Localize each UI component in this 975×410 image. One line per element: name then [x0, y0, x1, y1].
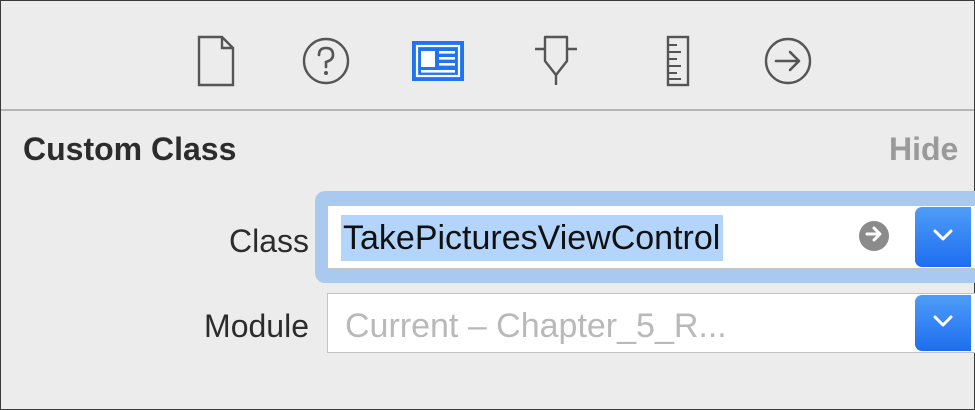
question-mark-icon	[301, 36, 351, 86]
inspector-toolbar	[1, 1, 974, 109]
file-inspector-tab[interactable]	[191, 33, 241, 89]
identity-card-icon	[410, 39, 466, 83]
module-dropdown-button[interactable]	[915, 295, 971, 351]
ruler-icon	[663, 35, 693, 87]
arrow-right-circle-icon	[763, 36, 813, 86]
hide-button[interactable]: Hide	[889, 131, 958, 168]
attributes-inspector-tab[interactable]	[531, 33, 581, 89]
inspector-panel: Custom Class Hide Class TakePicturesView…	[0, 0, 975, 410]
connections-inspector-tab[interactable]	[763, 33, 813, 89]
identity-inspector-tab[interactable]	[410, 33, 466, 89]
module-input[interactable]: Current – Chapter_5_R...	[345, 303, 727, 349]
class-input[interactable]: TakePicturesViewControl	[341, 215, 724, 261]
arrow-right-icon	[864, 224, 884, 249]
file-icon	[196, 35, 236, 87]
quick-help-tab[interactable]	[301, 33, 351, 89]
class-label: Class	[228, 223, 309, 259]
module-label: Module	[204, 308, 309, 344]
size-inspector-tab[interactable]	[653, 33, 703, 89]
attributes-slider-icon	[533, 35, 579, 87]
class-navigate-button[interactable]	[859, 221, 889, 251]
section-title: Custom Class	[23, 131, 237, 167]
class-dropdown-button[interactable]	[915, 207, 971, 267]
chevron-down-icon	[932, 314, 954, 333]
toolbar-divider	[1, 109, 974, 111]
chevron-down-icon	[932, 228, 954, 247]
